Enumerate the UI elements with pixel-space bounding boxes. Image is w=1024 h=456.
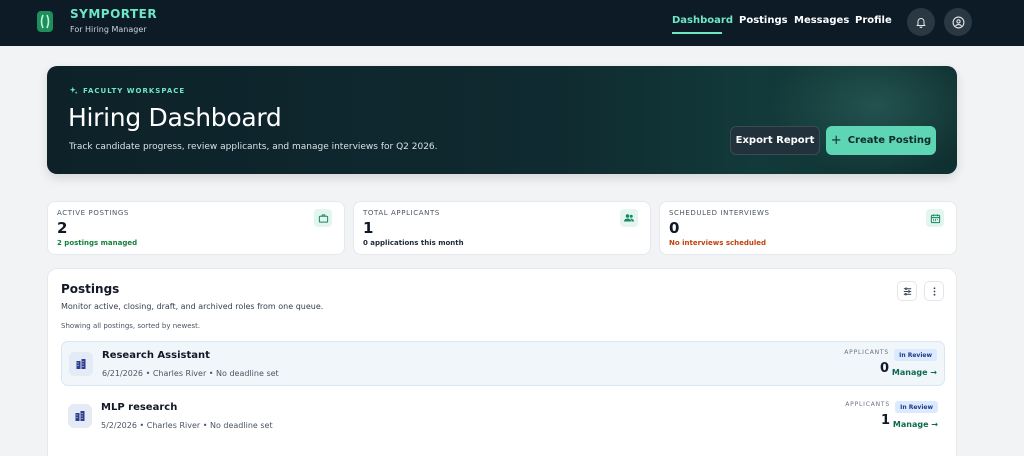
notifications-button[interactable] [907,8,935,36]
hero-banner: FACULTY WORKSPACE Hiring Dashboard Track… [47,66,957,174]
brand-subtitle: For Hiring Manager [70,25,147,34]
page-title: Hiring Dashboard [68,103,282,132]
building-icon [68,404,92,428]
postings-description: Monitor active, closing, draft, and arch… [61,302,324,311]
stat-value: 2 [57,219,68,237]
posting-meta: 5/2/2026 • Charles River • No deadline s… [101,421,273,430]
filter-button[interactable] [897,281,917,301]
posting-meta: 6/21/2026 • Charles River • No deadline … [102,369,279,378]
more-options-button[interactable] [924,281,944,301]
user-circle-icon [952,16,964,28]
postings-title: Postings [61,282,120,296]
status-badge: In Review [894,349,937,361]
manage-link[interactable]: Manage → [893,420,938,429]
stat-card-active-postings: ACTIVE POSTINGS 2 2 postings managed [47,201,345,255]
applicants-count: 0 [879,361,889,376]
account-button[interactable] [944,8,972,36]
export-report-button[interactable]: Export Report [730,126,820,155]
stat-value: 1 [363,219,374,237]
bell-icon [916,18,926,28]
hero-glow [767,66,957,174]
posting-row[interactable]: Research Assistant 6/21/2026 • Charles R… [61,341,945,386]
postings-sort-note: Showing all postings, sorted by newest. [61,322,201,330]
building-icon [69,352,93,376]
nav-link-messages[interactable]: Messages [794,15,849,26]
applicants-label: APPLICANTS [845,401,890,408]
stat-label: SCHEDULED INTERVIEWS [669,209,770,217]
stat-label: TOTAL APPLICANTS [363,209,440,217]
posting-row[interactable]: MLP research 5/2/2026 • Charles River • … [61,394,945,439]
stat-card-total-applicants: TOTAL APPLICANTS 1 0 applications this m… [353,201,651,255]
create-posting-button[interactable]: + Create Posting [826,126,936,155]
briefcase-icon [314,209,332,227]
nav-link-postings[interactable]: Postings [739,15,788,26]
hero-eyebrow: FACULTY WORKSPACE [69,86,185,95]
postings-panel: Postings Monitor active, closing, draft,… [47,268,957,456]
stat-value: 0 [669,219,680,237]
applicants-count: 1 [880,413,890,428]
sparkle-icon [69,86,78,95]
manage-link[interactable]: Manage → [892,368,937,377]
nav-link-profile[interactable]: Profile [855,15,892,26]
active-nav-indicator [672,32,722,34]
sliders-icon [903,287,911,295]
stat-note: No interviews scheduled [669,239,767,247]
hero-subtitle: Track candidate progress, review applica… [69,142,438,152]
stat-label: ACTIVE POSTINGS [57,209,129,217]
status-badge: In Review [895,401,938,413]
hero-eyebrow-label: FACULTY WORKSPACE [83,86,186,95]
stat-note: 0 applications this month [363,239,464,247]
brand-logo-icon[interactable] [37,11,53,32]
plus-icon: + [830,133,842,148]
posting-title: MLP research [101,402,178,413]
top-navbar: SYMPORTER For Hiring Manager Dashboard P… [0,0,1024,46]
more-vertical-icon [933,286,935,296]
create-posting-label: Create Posting [847,135,932,146]
posting-title: Research Assistant [102,350,210,361]
stat-card-scheduled-interviews: SCHEDULED INTERVIEWS 0 No interviews sch… [659,201,957,255]
users-icon [620,209,638,227]
brand-name[interactable]: SYMPORTER [70,7,157,21]
applicants-label: APPLICANTS [844,349,889,356]
calendar-icon [926,209,944,227]
stat-note: 2 postings managed [57,239,138,247]
nav-link-dashboard[interactable]: Dashboard [672,15,733,26]
